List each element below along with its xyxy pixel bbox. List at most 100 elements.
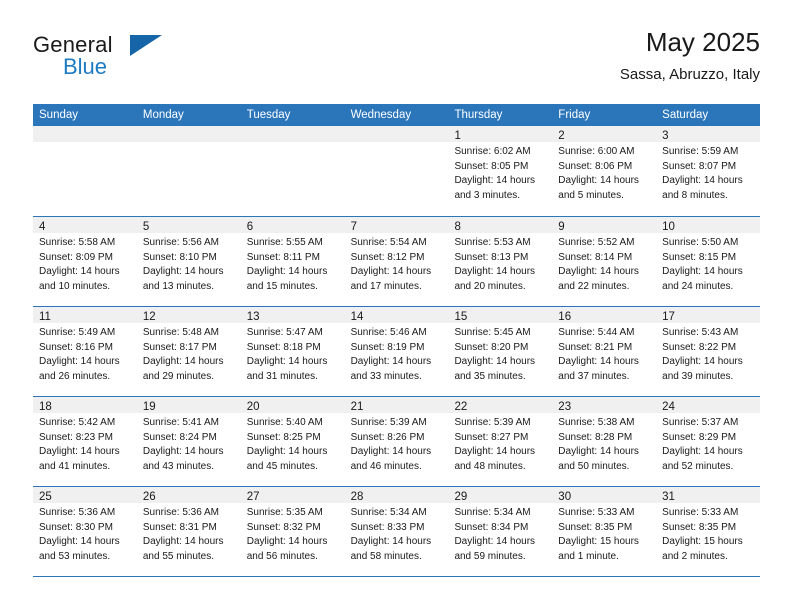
day-number-bar: 14 (344, 307, 449, 323)
daylight-text-line1: Daylight: 14 hours (350, 446, 432, 457)
day-details: Sunrise: 5:53 AM Sunset: 8:13 PM Dayligh… (448, 233, 552, 294)
sunrise-text: Sunrise: 6:00 AM (558, 146, 635, 157)
day-cell[interactable] (240, 126, 345, 216)
day-cell[interactable]: 18 Sunrise: 5:42 AM Sunset: 8:23 PM Dayl… (33, 397, 137, 486)
day-number: 30 (558, 491, 572, 503)
day-number-bar: 17 (656, 307, 761, 323)
sunset-text: Sunset: 8:06 PM (558, 160, 633, 172)
sunrise-text: Sunrise: 5:55 AM (246, 237, 323, 248)
day-details: Sunrise: 5:33 AM Sunset: 8:35 PM Dayligh… (552, 503, 656, 564)
day-cell[interactable]: 26 Sunrise: 5:36 AM Sunset: 8:31 PM Dayl… (136, 487, 241, 576)
day-cell[interactable]: 1 Sunrise: 6:02 AM Sunset: 8:05 PM Dayli… (448, 126, 553, 216)
day-cell[interactable]: 16 Sunrise: 5:44 AM Sunset: 8:21 PM Dayl… (552, 307, 657, 396)
day-number: 12 (142, 311, 156, 323)
day-number: 20 (246, 401, 260, 413)
day-cell[interactable]: 19 Sunrise: 5:41 AM Sunset: 8:24 PM Dayl… (136, 397, 241, 486)
sunset-text: Sunset: 8:18 PM (246, 341, 321, 353)
brand-logo[interactable]: General Blue (33, 32, 253, 88)
sunrise-text: Sunrise: 5:39 AM (350, 417, 427, 428)
day-cell[interactable]: 22 Sunrise: 5:39 AM Sunset: 8:27 PM Dayl… (448, 397, 553, 486)
day-details: Sunrise: 5:59 AM Sunset: 8:07 PM Dayligh… (656, 142, 760, 203)
sunset-text: Sunset: 8:20 PM (454, 341, 529, 353)
day-cell[interactable]: 25 Sunrise: 5:36 AM Sunset: 8:30 PM Dayl… (33, 487, 137, 576)
day-cell[interactable] (33, 126, 137, 216)
day-number-bar: 2 (552, 126, 657, 142)
daylight-text-line1: Daylight: 14 hours (454, 356, 536, 367)
daylight-text-line2: and 20 minutes. (454, 280, 526, 292)
day-number: 4 (39, 221, 46, 233)
daylight-text-line1: Daylight: 14 hours (558, 266, 639, 277)
day-cell[interactable]: 27 Sunrise: 5:35 AM Sunset: 8:32 PM Dayl… (240, 487, 345, 576)
day-cell[interactable]: 13 Sunrise: 5:47 AM Sunset: 8:18 PM Dayl… (240, 307, 345, 396)
sunset-text: Sunset: 8:31 PM (142, 521, 217, 533)
daylight-text-line1: Daylight: 14 hours (662, 266, 743, 277)
sunset-text: Sunset: 8:33 PM (350, 521, 425, 533)
day-cell[interactable]: 5 Sunrise: 5:56 AM Sunset: 8:10 PM Dayli… (136, 217, 241, 306)
day-number-bar: 4 (33, 217, 137, 233)
daylight-text-line1: Daylight: 14 hours (350, 266, 432, 277)
day-details (33, 142, 137, 145)
day-cell[interactable]: 20 Sunrise: 5:40 AM Sunset: 8:25 PM Dayl… (240, 397, 345, 486)
day-details: Sunrise: 5:38 AM Sunset: 8:28 PM Dayligh… (552, 413, 656, 474)
day-cell[interactable]: 29 Sunrise: 5:34 AM Sunset: 8:34 PM Dayl… (448, 487, 553, 576)
day-cell[interactable]: 6 Sunrise: 5:55 AM Sunset: 8:11 PM Dayli… (240, 217, 345, 306)
day-cell[interactable]: 8 Sunrise: 5:53 AM Sunset: 8:13 PM Dayli… (448, 217, 553, 306)
day-cell[interactable]: 23 Sunrise: 5:38 AM Sunset: 8:28 PM Dayl… (552, 397, 657, 486)
daylight-text-line1: Daylight: 14 hours (558, 446, 639, 457)
day-number-bar: 23 (552, 397, 657, 413)
day-cell[interactable]: 28 Sunrise: 5:34 AM Sunset: 8:33 PM Dayl… (344, 487, 449, 576)
day-cell[interactable]: 7 Sunrise: 5:54 AM Sunset: 8:12 PM Dayli… (344, 217, 449, 306)
daylight-text-line1: Daylight: 15 hours (662, 536, 743, 547)
daylight-text-line2: and 43 minutes. (142, 460, 215, 472)
day-number-bar: 19 (136, 397, 241, 413)
daylight-text-line2: and 53 minutes. (39, 550, 111, 562)
day-cell[interactable]: 12 Sunrise: 5:48 AM Sunset: 8:17 PM Dayl… (136, 307, 241, 396)
sunset-text: Sunset: 8:14 PM (558, 251, 633, 263)
day-cell[interactable]: 15 Sunrise: 5:45 AM Sunset: 8:20 PM Dayl… (448, 307, 553, 396)
day-number-bar: 24 (656, 397, 761, 413)
day-number-bar: 9 (552, 217, 657, 233)
day-cell[interactable]: 2 Sunrise: 6:00 AM Sunset: 8:06 PM Dayli… (552, 126, 657, 216)
daylight-text-line1: Daylight: 14 hours (246, 356, 328, 367)
daylight-text-line2: and 1 minute. (558, 550, 619, 562)
day-cell[interactable]: 10 Sunrise: 5:50 AM Sunset: 8:15 PM Dayl… (656, 217, 761, 306)
day-number: 19 (142, 401, 156, 413)
calendar-page: General Blue May 2025 Sassa, Abruzzo, It… (0, 0, 792, 612)
daylight-text-line1: Daylight: 14 hours (454, 175, 536, 186)
daylight-text-line1: Daylight: 14 hours (142, 536, 224, 547)
day-cell[interactable]: 11 Sunrise: 5:49 AM Sunset: 8:16 PM Dayl… (33, 307, 137, 396)
sunset-text: Sunset: 8:35 PM (558, 521, 633, 533)
day-cell[interactable] (136, 126, 241, 216)
day-cell[interactable]: 3 Sunrise: 5:59 AM Sunset: 8:07 PM Dayli… (656, 126, 761, 216)
day-cell[interactable]: 4 Sunrise: 5:58 AM Sunset: 8:09 PM Dayli… (33, 217, 137, 306)
day-cell[interactable]: 14 Sunrise: 5:46 AM Sunset: 8:19 PM Dayl… (344, 307, 449, 396)
daylight-text-line1: Daylight: 14 hours (39, 536, 120, 547)
title-block: May 2025 Sassa, Abruzzo, Italy (620, 26, 760, 86)
day-cell[interactable]: 17 Sunrise: 5:43 AM Sunset: 8:22 PM Dayl… (656, 307, 761, 396)
day-cell[interactable]: 21 Sunrise: 5:39 AM Sunset: 8:26 PM Dayl… (344, 397, 449, 486)
daylight-text-line2: and 39 minutes. (662, 370, 734, 382)
sunrise-text: Sunrise: 5:38 AM (558, 417, 635, 428)
daylight-text-line2: and 2 minutes. (662, 550, 728, 562)
day-number-bar (136, 126, 241, 142)
day-number-bar: 13 (240, 307, 345, 323)
day-cell[interactable]: 30 Sunrise: 5:33 AM Sunset: 8:35 PM Dayl… (552, 487, 657, 576)
sunset-text: Sunset: 8:34 PM (454, 521, 529, 533)
day-details (137, 142, 241, 145)
day-details: Sunrise: 5:42 AM Sunset: 8:23 PM Dayligh… (33, 413, 137, 474)
weekday-header-row: Sunday Monday Tuesday Wednesday Thursday… (33, 104, 760, 126)
day-cell[interactable]: 9 Sunrise: 5:52 AM Sunset: 8:14 PM Dayli… (552, 217, 657, 306)
day-number: 2 (558, 130, 565, 142)
day-cell[interactable] (344, 126, 449, 216)
calendar-grid: Sunday Monday Tuesday Wednesday Thursday… (33, 104, 761, 577)
sunset-text: Sunset: 8:22 PM (662, 341, 737, 353)
sunrise-text: Sunrise: 5:33 AM (662, 507, 739, 518)
day-number-bar: 8 (448, 217, 553, 233)
daylight-text-line2: and 56 minutes. (246, 550, 318, 562)
day-cell[interactable]: 31 Sunrise: 5:33 AM Sunset: 8:35 PM Dayl… (656, 487, 761, 576)
day-details: Sunrise: 5:36 AM Sunset: 8:30 PM Dayligh… (33, 503, 137, 564)
sunset-text: Sunset: 8:30 PM (39, 521, 113, 533)
daylight-text-line2: and 46 minutes. (350, 460, 422, 472)
day-number: 29 (454, 491, 468, 503)
day-cell[interactable]: 24 Sunrise: 5:37 AM Sunset: 8:29 PM Dayl… (656, 397, 761, 486)
